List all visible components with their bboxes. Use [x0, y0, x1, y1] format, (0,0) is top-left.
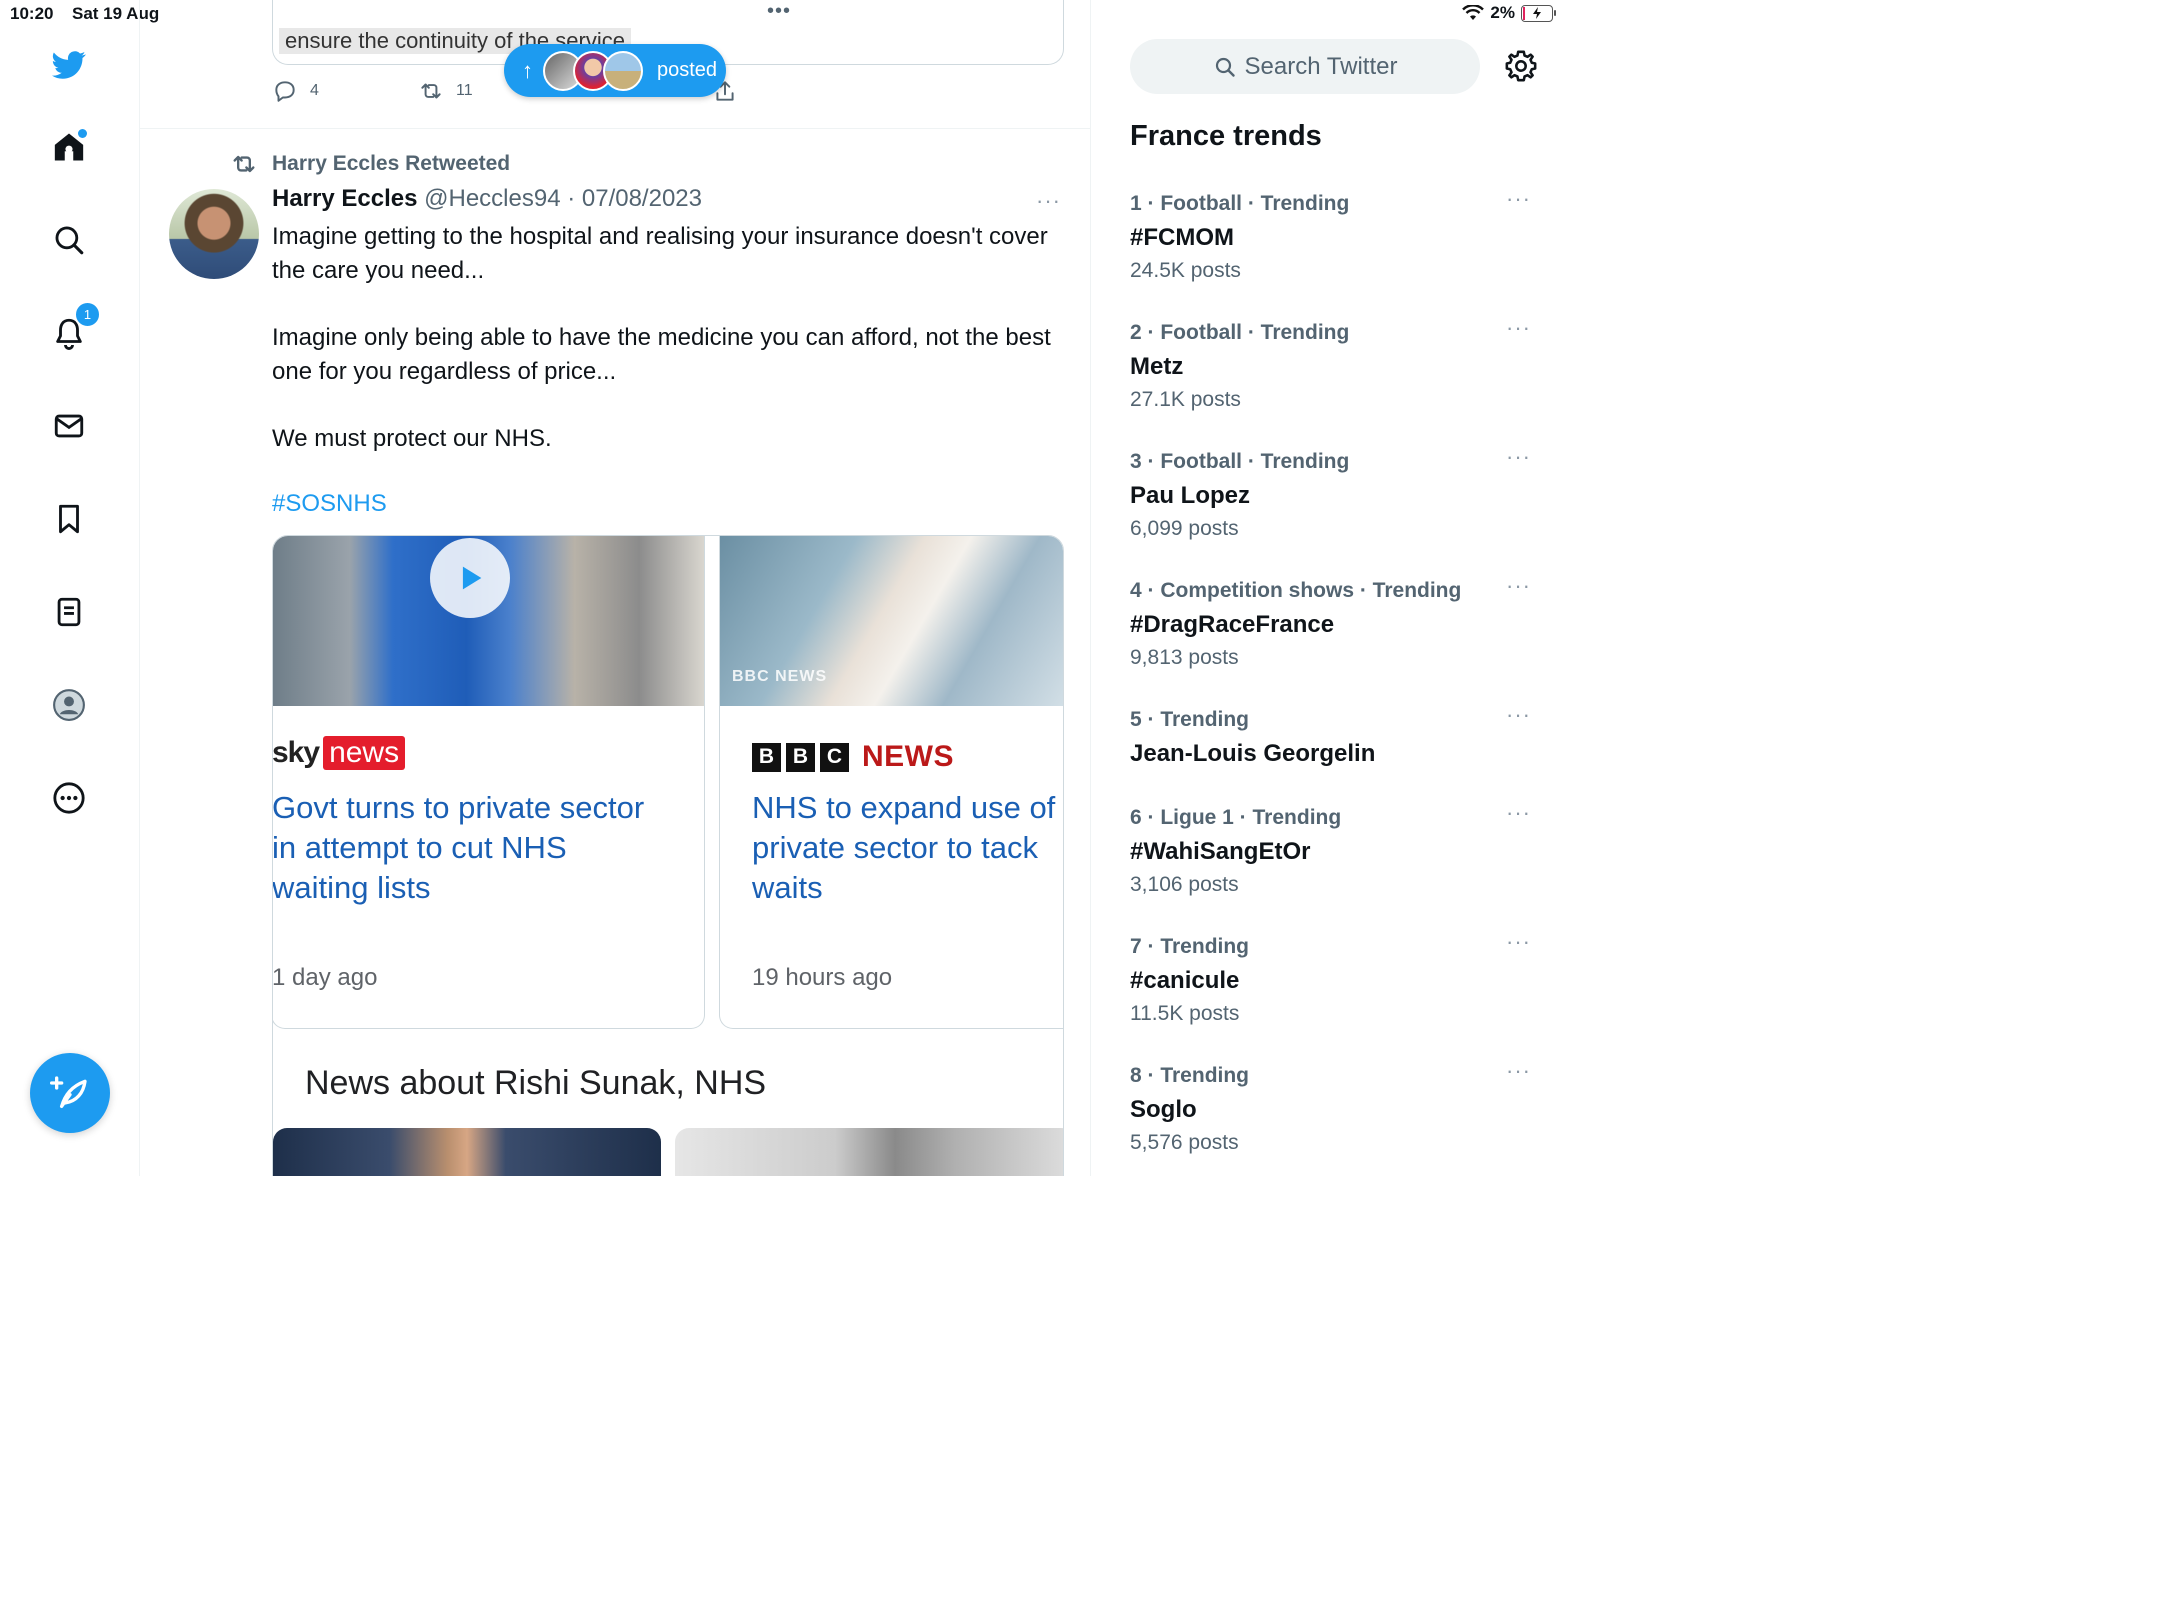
retweet-count: 11: [456, 82, 473, 99]
author-avatar[interactable]: [169, 189, 259, 279]
news-card-bbc[interactable]: BBC NEWS B B C NEWS NHS to expand use of…: [719, 536, 1063, 1029]
retweeted-by-label: Harry Eccles Retweeted: [272, 152, 511, 175]
trend-item[interactable]: 2 · Football · Trending Metz 27.1K posts…: [1130, 315, 1530, 431]
news-section-title: News about Rishi Sunak, NHS: [305, 1064, 767, 1102]
reply-bubble-icon: [275, 81, 295, 102]
news-thumbnail[interactable]: [675, 1128, 1063, 1176]
trends-title: France trends: [1130, 120, 1322, 152]
tweet-divider: [140, 128, 1090, 129]
trend-more-button[interactable]: ···: [1506, 444, 1531, 470]
trend-item[interactable]: 3 · Football · Trending Pau Lopez 6,099 …: [1130, 444, 1530, 560]
lists-icon[interactable]: [49, 592, 89, 632]
news-thumbnail[interactable]: [273, 1128, 661, 1176]
gear-icon[interactable]: [1504, 49, 1538, 83]
retweet-icon: [421, 83, 441, 99]
trend-more-button[interactable]: ···: [1506, 1058, 1531, 1084]
sky-news-logo: sky news: [273, 736, 406, 770]
reply-button[interactable]: 4: [272, 78, 319, 104]
link-card-carousel: sky news Govt turns to private sector in…: [272, 535, 1064, 1176]
trend-more-button[interactable]: ···: [1506, 315, 1531, 341]
left-nav: 1: [0, 0, 140, 1176]
timeline: ensure the continuity of the service 4 1…: [140, 0, 1091, 1176]
news-card-sky[interactable]: sky news Govt turns to private sector in…: [272, 536, 705, 1029]
profile-avatar-icon[interactable]: [49, 685, 89, 725]
messages-envelope-icon[interactable]: [49, 406, 89, 446]
new-posts-pill[interactable]: ↑ posted: [504, 44, 726, 97]
hashtag-link[interactable]: #SOSNHS: [272, 490, 387, 518]
right-sidebar: Search Twitter France trends 1 · Footbal…: [1091, 0, 1563, 1176]
play-icon[interactable]: [430, 538, 510, 618]
trend-item[interactable]: 8 · Trending Soglo 5,576 posts ···: [1130, 1058, 1530, 1174]
trend-more-button[interactable]: ···: [1506, 800, 1531, 826]
compose-tweet-button[interactable]: [30, 1053, 110, 1133]
trend-more-button[interactable]: ···: [1506, 186, 1531, 212]
card-headline: NHS to expand use of private sector to t…: [752, 790, 1056, 905]
card-image: BBC NEWS: [720, 536, 1063, 706]
feather-plus-icon: [50, 1076, 87, 1108]
arrow-up-icon: ↑: [522, 57, 533, 83]
card-time: 19 hours ago: [752, 964, 893, 991]
retweeted-by[interactable]: Harry Eccles Retweeted: [230, 150, 510, 178]
card-time: 1 day ago: [272, 964, 378, 991]
retweet-button[interactable]: 11: [418, 78, 473, 104]
notifications-badge: 1: [74, 301, 101, 328]
pill-label: posted: [657, 59, 718, 81]
trend-item[interactable]: 4 · Competition shows · Trending #DragRa…: [1130, 573, 1530, 689]
tweet-text: Imagine getting to the hospital and real…: [272, 220, 1052, 489]
card-headline: Govt turns to private sector in attempt …: [272, 790, 645, 905]
tweet-header: Harry Eccles @Heccles94 · 07/08/2023: [272, 185, 702, 213]
author-name[interactable]: Harry Eccles: [272, 185, 417, 212]
home-icon[interactable]: [49, 127, 89, 167]
more-options-icon[interactable]: [49, 778, 89, 818]
trend-more-button[interactable]: ···: [1506, 702, 1531, 728]
tweet-paragraph: Imagine only being able to have the medi…: [272, 324, 1051, 385]
search-icon[interactable]: [49, 220, 89, 260]
trend-item[interactable]: 5 · Trending Jean-Louis Georgelin ···: [1130, 702, 1530, 818]
trend-item[interactable]: 7 · Trending #canicule 11.5K posts ···: [1130, 929, 1530, 1045]
home-new-dot: [78, 129, 87, 138]
tweet-more-button[interactable]: ···: [1036, 188, 1061, 214]
search-placeholder: Search Twitter: [1244, 52, 1398, 80]
tweet-paragraph: Imagine getting to the hospital and real…: [272, 223, 1048, 284]
search-icon: [1215, 57, 1235, 77]
tweet-paragraph: We must protect our NHS.: [272, 425, 552, 452]
pill-avatars: [543, 50, 643, 91]
avatar: [603, 50, 643, 91]
bbc-watermark: BBC NEWS: [732, 668, 828, 685]
trend-item[interactable]: 6 · Ligue 1 · Trending #WahiSangEtOr 3,1…: [1130, 800, 1530, 916]
author-handle-date[interactable]: @Heccles94 · 07/08/2023: [424, 185, 702, 212]
reply-count: 4: [310, 82, 319, 99]
card-image: [273, 536, 704, 706]
notifications-bell-icon[interactable]: 1: [49, 301, 101, 353]
search-input[interactable]: Search Twitter: [1130, 39, 1480, 94]
bbc-news-logo: B B C NEWS: [752, 740, 954, 774]
bookmark-icon[interactable]: [49, 499, 89, 539]
trend-more-button[interactable]: ···: [1506, 929, 1531, 955]
retweet-icon: [233, 155, 255, 173]
trend-more-button[interactable]: ···: [1506, 573, 1531, 599]
trend-item[interactable]: 1 · Football · Trending #FCMOM 24.5K pos…: [1130, 186, 1530, 302]
twitter-logo-icon[interactable]: [49, 45, 89, 85]
